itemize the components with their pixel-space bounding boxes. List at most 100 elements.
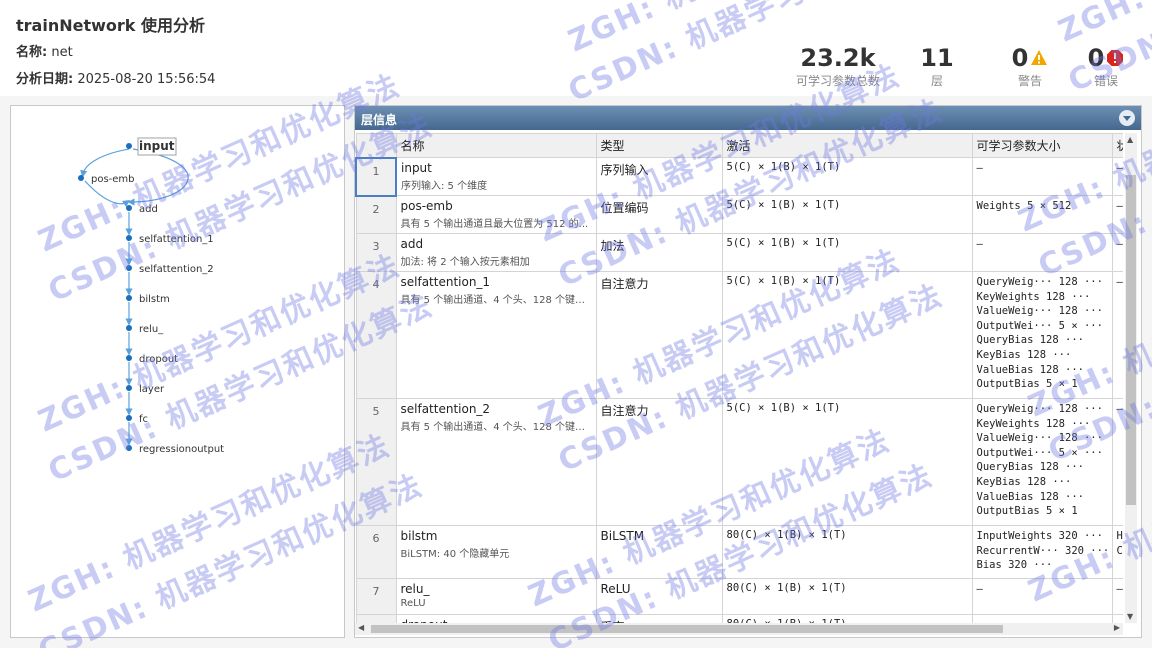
collapse-icon[interactable] bbox=[1119, 110, 1135, 126]
layer-name-cell: bilstm BiLSTM: 40 个隐藏单元 bbox=[395, 525, 597, 579]
column-header-learnables[interactable]: 可学习参数大小 bbox=[971, 133, 1113, 158]
column-header-type[interactable]: 类型 bbox=[595, 133, 723, 158]
graph-node-input[interactable] bbox=[126, 143, 132, 149]
graph-node-label: pos-emb bbox=[91, 174, 135, 185]
layer-info-title: 层信息 bbox=[361, 113, 398, 127]
layer-activation: 5(C) × 1(B) × 1(T) bbox=[721, 271, 973, 399]
page-title: trainNetwork 使用分析 bbox=[16, 16, 205, 35]
state-param: Ce bbox=[1116, 544, 1124, 557]
network-graph[interactable]: input pos-emb add selfattention_1 selfattent… bbox=[11, 106, 344, 637]
learnable-param: OutputWei··· 5 × ··· bbox=[976, 446, 1103, 459]
column-header-index bbox=[355, 133, 397, 158]
layer-name-cell: dropout bbox=[395, 614, 597, 623]
learnable-param: QueryBias 128 ··· bbox=[976, 461, 1084, 474]
learnables-label: 可学习参数总数 bbox=[795, 74, 880, 88]
vertical-scroll-thumb[interactable] bbox=[1126, 175, 1136, 505]
row-index: 8 bbox=[355, 614, 397, 623]
state-param: – bbox=[1116, 162, 1123, 174]
learnable-param: KeyWeights 128 ··· bbox=[976, 417, 1091, 430]
errors-count: 0 bbox=[1087, 44, 1105, 72]
layers-label: 层 bbox=[930, 74, 943, 88]
learnable-param: Bias 320 ··· bbox=[976, 559, 1053, 572]
graph-node-dropout[interactable] bbox=[126, 355, 132, 361]
layer-name: selfattention_2 bbox=[400, 402, 491, 416]
layer-name: relu_ bbox=[400, 582, 430, 596]
layer-description: 具有 5 个输出通道、4 个头、128 个键和... bbox=[400, 422, 592, 433]
errors-stat[interactable]: 0 错误 bbox=[1076, 44, 1136, 89]
row-index: 2 bbox=[355, 195, 397, 234]
graph-node-selfattention_2[interactable] bbox=[126, 265, 132, 271]
warnings-count: 0 bbox=[1011, 44, 1029, 72]
graph-node-add[interactable] bbox=[126, 205, 132, 211]
column-header-state[interactable]: 状 bbox=[1111, 133, 1123, 158]
graph-node-label: dropout bbox=[139, 354, 178, 365]
layer-activation: 80(C) × 1(B) × 1(T) bbox=[721, 614, 973, 623]
graph-node-fc[interactable] bbox=[126, 415, 132, 421]
layer-table-container[interactable]: 名称 类型 激活 可学习参数大小 状 1 input 序列输入: 5 个维度 序列输入… bbox=[355, 133, 1123, 623]
state-param: – bbox=[1116, 583, 1123, 595]
graph-node-bilstm[interactable] bbox=[126, 295, 132, 301]
learnable-param: – bbox=[976, 583, 983, 595]
layer-info-panel: 层信息 名称 类型 激活 可学习参数大小 状 1 input 序列输入: 5 个维度… bbox=[354, 105, 1142, 638]
horizontal-scroll-thumb[interactable] bbox=[371, 625, 1003, 633]
graph-node-label: regressionoutput bbox=[139, 444, 224, 455]
warning-icon bbox=[1031, 50, 1048, 65]
table-row[interactable]: 7 relu_ ReLU ReLU 80(C) × 1(B) × 1(T) – – bbox=[355, 578, 1123, 615]
graph-node-pos-emb[interactable] bbox=[78, 175, 84, 181]
network-graph-panel[interactable]: input pos-emb add selfattention_1 selfattent… bbox=[10, 105, 345, 638]
layer-info-header: 层信息 bbox=[355, 106, 1141, 130]
graph-node-selfattention_1[interactable] bbox=[126, 235, 132, 241]
vertical-scrollbar[interactable]: ▲ ▼ bbox=[1125, 133, 1137, 623]
warnings-stat[interactable]: 0 警告 bbox=[1000, 44, 1060, 89]
layers-stat: 11 层 bbox=[912, 44, 962, 89]
graph-node-label: layer bbox=[139, 384, 165, 395]
graph-node-label: bilstm bbox=[139, 294, 170, 305]
layer-learnables: Weights 5 × 512 bbox=[971, 195, 1113, 234]
learnable-param: Weights 5 × 512 bbox=[976, 200, 1072, 212]
table-row[interactable]: 4 selfattention_1 具有 5 个输出通道、4 个头、128 个键和.… bbox=[355, 271, 1123, 399]
table-row[interactable]: 8dropout丢弃80(C) × 1(B) × 1(T)–– bbox=[355, 614, 1123, 623]
table-row[interactable]: 5 selfattention_2 具有 5 个输出通道、4 个头、128 个键和.… bbox=[355, 398, 1123, 526]
layer-learnables: – bbox=[971, 614, 1113, 623]
scroll-up-icon[interactable]: ▲ bbox=[1127, 135, 1133, 144]
learnable-param: ValueWeig··· 128 ··· bbox=[976, 305, 1103, 318]
row-index: 3 bbox=[355, 233, 397, 272]
table-row[interactable]: 6 bilstm BiLSTM: 40 个隐藏单元 BiLSTM 80(C) × 1(B… bbox=[355, 525, 1124, 579]
graph-edge bbox=[127, 148, 189, 206]
table-row[interactable]: 2 pos-emb 具有 5 个输出通道且最大位置为 512 的... 位置编码 5(C… bbox=[355, 195, 1123, 234]
layer-activation: 80(C) × 1(B) × 1(T) bbox=[721, 578, 973, 615]
layer-name-cell: pos-emb 具有 5 个输出通道且最大位置为 512 的... bbox=[395, 195, 597, 234]
column-header-activation[interactable]: 激活 bbox=[721, 133, 973, 158]
layer-activation: 5(C) × 1(B) × 1(T) bbox=[721, 233, 973, 272]
layer-name: bilstm bbox=[400, 529, 438, 543]
learnable-param: ValueBias 128 ··· bbox=[976, 490, 1084, 503]
scroll-down-icon[interactable]: ▼ bbox=[1127, 612, 1133, 621]
learnable-param: InputWeights 320 ··· bbox=[976, 530, 1103, 542]
layer-learnables: – bbox=[971, 157, 1113, 196]
layer-activation: 80(C) × 1(B) × 1(T) bbox=[721, 525, 973, 579]
scroll-left-icon[interactable]: ◀ bbox=[358, 623, 364, 632]
row-index: 4 bbox=[355, 271, 397, 399]
graph-node-layer[interactable] bbox=[126, 385, 132, 391]
row-index: 1 bbox=[355, 156, 397, 197]
learnable-param: ValueBias 128 ··· bbox=[976, 363, 1084, 376]
layer-name: input bbox=[401, 161, 432, 175]
layer-state: – bbox=[1111, 578, 1123, 615]
table-row[interactable]: 1 input 序列输入: 5 个维度 序列输入 5(C) × 1(B) × 1(T) –… bbox=[355, 156, 1123, 197]
graph-node-label: relu_ bbox=[139, 324, 164, 335]
layer-name-cell: selfattention_2 具有 5 个输出通道、4 个头、128 个键和..… bbox=[395, 398, 597, 526]
learnable-param: – bbox=[976, 238, 983, 250]
graph-node-regressionoutput[interactable] bbox=[126, 445, 132, 451]
learnable-param: QueryBias 128 ··· bbox=[976, 334, 1084, 347]
row-index: 5 bbox=[355, 398, 397, 526]
errors-label: 错误 bbox=[1093, 74, 1118, 88]
scroll-right-icon[interactable]: ▶ bbox=[1114, 623, 1120, 632]
table-row[interactable]: 3 add 加法: 将 2 个输入按元素相加 加法 5(C) × 1(B) × 1(T)… bbox=[355, 233, 1123, 272]
learnable-param: QueryWeig··· 128 ··· bbox=[976, 403, 1103, 415]
layer-description: ReLU bbox=[400, 598, 426, 609]
graph-node-label: add bbox=[139, 204, 158, 215]
graph-node-relu_[interactable] bbox=[126, 325, 132, 331]
horizontal-scrollbar[interactable]: ◀ ▶ bbox=[355, 623, 1123, 635]
column-header-name[interactable]: 名称 bbox=[395, 133, 597, 158]
layer-type: 位置编码 bbox=[595, 195, 723, 234]
